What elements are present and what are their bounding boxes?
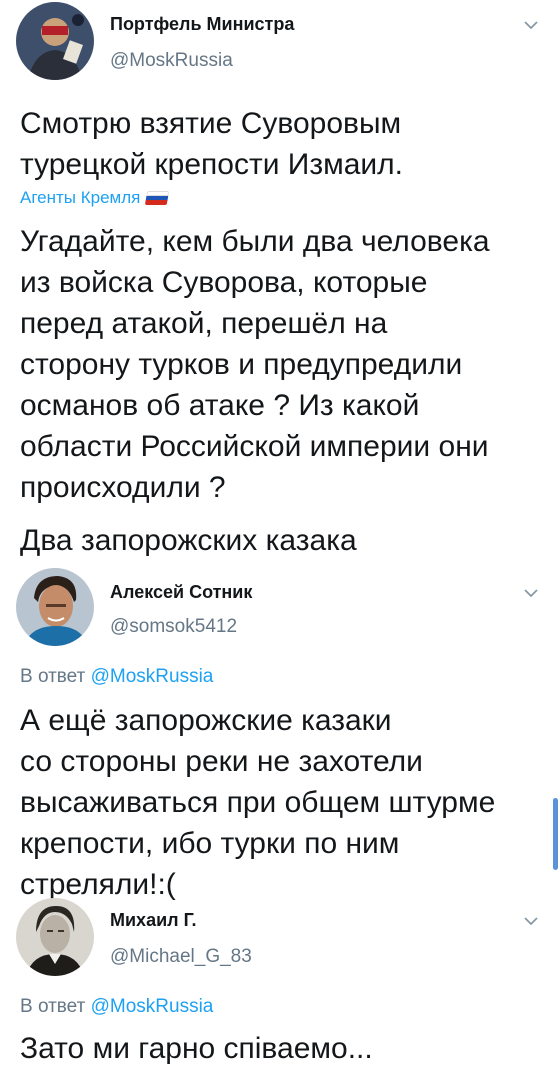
reply-prefix: В ответ — [20, 666, 86, 687]
tweet-3[interactable]: Михаил Г. @Michael_G_83 В ответ @MoskRus… — [0, 898, 560, 1080]
avatar[interactable] — [16, 898, 94, 976]
avatar[interactable] — [16, 568, 94, 646]
tweet-text: Зато ми гарно співаемо... — [20, 1032, 373, 1065]
avatar-image — [16, 568, 94, 646]
author-handle[interactable]: @Michael_G_83 — [110, 946, 252, 968]
tweet-2[interactable]: Алексей Сотник @somsok5412 В ответ @Mosk… — [0, 564, 560, 901]
author-name[interactable]: Алексей Сотник — [110, 582, 252, 603]
tweet-1[interactable]: Портфель Министра @MoskRussia Смотрю взя… — [0, 0, 560, 560]
avatar[interactable] — [16, 2, 94, 80]
chevron-down-icon[interactable] — [522, 16, 540, 34]
agents-label[interactable]: Агенты Кремля — [20, 188, 170, 208]
chevron-down-icon[interactable] — [522, 912, 540, 930]
scrollbar[interactable] — [553, 798, 558, 870]
russian-flag-icon — [145, 191, 170, 205]
author-handle[interactable]: @somsok5412 — [110, 616, 237, 638]
reply-mention-link[interactable]: @MoskRussia — [91, 996, 214, 1017]
avatar-image — [16, 898, 94, 976]
author-name[interactable]: Портфель Министра — [110, 14, 294, 35]
tweet-text-answer: Два запорожских казака — [20, 524, 357, 557]
reply-to-line: В ответ @MoskRussia — [20, 996, 213, 1018]
tweet-text: А ещё запорожские казаки со стороны реки… — [20, 704, 496, 901]
author-handle[interactable]: @MoskRussia — [110, 50, 233, 72]
avatar-image — [16, 2, 94, 80]
agents-label-text: Агенты Кремля — [20, 188, 141, 207]
chevron-down-icon[interactable] — [522, 584, 540, 602]
tweet-text-intro: Смотрю взятие Суворовым турецкой крепост… — [20, 107, 404, 181]
reply-prefix: В ответ — [20, 996, 86, 1017]
author-name[interactable]: Михаил Г. — [110, 910, 197, 931]
tweet-text-question: Угадайте, кем были два человека из войск… — [20, 225, 490, 504]
reply-to-line: В ответ @MoskRussia — [20, 666, 213, 688]
reply-mention-link[interactable]: @MoskRussia — [91, 666, 214, 687]
